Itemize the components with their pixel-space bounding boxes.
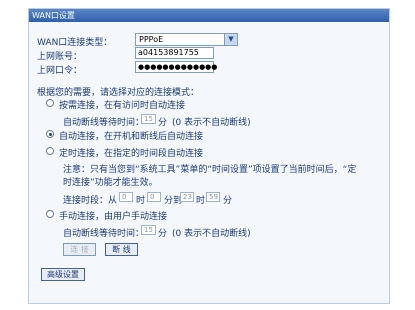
on-demand-idle-input[interactable]: 15 <box>141 114 156 124</box>
scheduled-label: 定时连接，在指定的时间段自动连接 <box>59 149 204 159</box>
manual-label: 手动连接，由用户手动连接 <box>59 212 168 222</box>
manual-idle-note: (0 表示不自动断线) <box>172 229 251 239</box>
wan-settings-panel: WAN口设置 WAN口连接类型： PPPoE ▼ 上网账号： a04153891… <box>28 8 390 304</box>
username-input[interactable]: a04153891755 <box>135 47 214 59</box>
radio-manual[interactable] <box>46 210 54 218</box>
radio-scheduled[interactable] <box>46 147 54 155</box>
manual-idle-unit: 分 <box>158 229 168 239</box>
connection-type-value: PPPoE <box>139 35 164 44</box>
from-min-input[interactable]: 0 <box>147 192 161 202</box>
connection-type-label: WAN口连接类型： <box>37 38 113 48</box>
password-input[interactable]: ●●●●●●●●●●●●● <box>135 61 217 73</box>
connection-type-select[interactable]: PPPoE ▼ <box>135 33 238 46</box>
period-label: 连接时段：从 <box>63 196 118 206</box>
on-demand-idle-note: (0 表示不自动断线) <box>172 118 251 128</box>
scheduled-note-line2: 时连接”功能才能生效。 <box>63 178 158 188</box>
from-hour-input[interactable]: 0 <box>119 192 133 202</box>
manual-idle-label: 自动断线等待时间： <box>63 229 145 239</box>
on-demand-label: 按需连接，在有访问时自动连接 <box>59 101 186 111</box>
connect-button[interactable]: 连 接 <box>63 243 96 256</box>
username-label: 上网账号： <box>37 52 83 62</box>
to-min-input[interactable]: 59 <box>206 192 220 202</box>
to-min-unit: 分 <box>223 196 233 206</box>
chevron-down-icon[interactable]: ▼ <box>224 34 237 45</box>
on-demand-idle-unit: 分 <box>158 118 168 128</box>
radio-auto[interactable] <box>46 130 54 138</box>
password-label: 上网口令： <box>37 66 83 76</box>
manual-idle-input[interactable]: 15 <box>141 225 156 235</box>
to-hour-input[interactable]: 23 <box>180 192 194 202</box>
disconnect-button[interactable]: 断 线 <box>105 243 138 256</box>
panel-title: WAN口设置 <box>29 9 389 22</box>
to-hour-unit: 时 <box>196 196 206 206</box>
auto-label: 自动连接，在开机和断线后自动连接 <box>59 132 204 142</box>
scheduled-note-line1: 注意：只有当您到“系统工具”菜单的“时间设置”项设置了当前时间后，“定 <box>63 165 357 175</box>
advanced-settings-button[interactable]: 高级设置 <box>41 268 85 281</box>
on-demand-idle-label: 自动断线等待时间： <box>63 118 145 128</box>
from-hour-unit: 时 <box>136 196 146 206</box>
radio-on-demand[interactable] <box>46 99 54 107</box>
mode-prompt: 根据您的需要，请选择对应的连接模式： <box>37 88 200 98</box>
